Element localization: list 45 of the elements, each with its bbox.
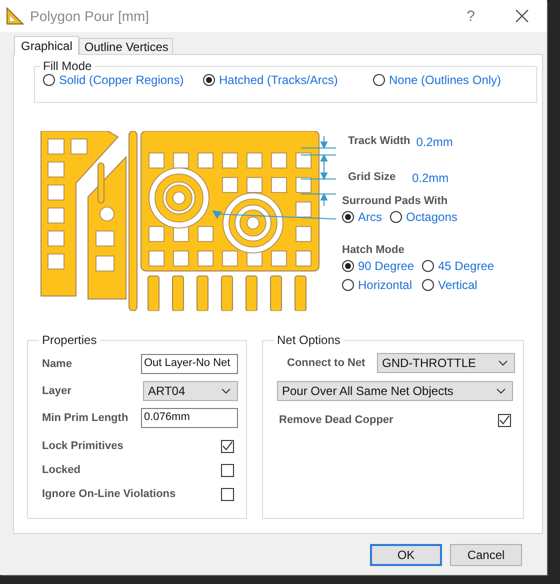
group-title: Net Options bbox=[276, 333, 342, 347]
input-field[interactable]: Out Layer-No Net bbox=[141, 354, 238, 374]
radio-option[interactable]: None (Outlines Only) bbox=[373, 73, 502, 87]
track-width-value: 0.2mm bbox=[416, 135, 453, 151]
field-label: Min Prim Length bbox=[42, 412, 128, 424]
dialog-button[interactable]: Cancel bbox=[450, 544, 522, 566]
tab[interactable]: Outline Vertices bbox=[79, 38, 174, 54]
surround-pads-label: Surround Pads With bbox=[342, 195, 449, 207]
grid-size-value: 0.2mm bbox=[412, 171, 449, 187]
checkbox-label: Ignore On-Line Violations bbox=[42, 488, 176, 500]
help-button[interactable]: ? bbox=[466, 8, 475, 24]
checkbox[interactable] bbox=[221, 488, 234, 500]
radio-option[interactable]: Solid (Copper Regions) bbox=[43, 73, 203, 87]
radio-option[interactable]: Hatched (Tracks/Arcs) bbox=[203, 73, 373, 87]
field-label: Name bbox=[42, 358, 72, 370]
field-label: Connect to Net bbox=[287, 357, 366, 369]
tab[interactable]: Graphical bbox=[14, 36, 80, 55]
radio-option[interactable]: 45 Degree bbox=[422, 259, 494, 273]
net-dropdown[interactable]: GND-THROTTLE bbox=[377, 353, 515, 373]
chevron-down-icon bbox=[496, 388, 506, 394]
checkbox-label: Remove Dead Copper bbox=[279, 414, 394, 426]
window-title: Polygon Pour [mm] bbox=[30, 8, 150, 24]
radio-option[interactable]: 90 Degree bbox=[342, 259, 420, 273]
input-field[interactable]: 0.076mm bbox=[141, 408, 238, 428]
hatch-mode-label: Hatch Mode bbox=[342, 244, 406, 256]
radio-option[interactable]: Horizontal bbox=[342, 278, 420, 292]
group-title: Fill Mode bbox=[42, 59, 93, 73]
chevron-down-icon bbox=[498, 360, 508, 366]
checkbox-label: Lock Primitives bbox=[42, 440, 124, 452]
grid-size-label: Grid Size bbox=[348, 171, 397, 185]
checkbox[interactable] bbox=[221, 440, 234, 452]
radio-option[interactable]: Vertical bbox=[422, 278, 494, 292]
group-title: Properties bbox=[41, 333, 98, 347]
radio-option[interactable]: Octagons bbox=[390, 210, 458, 224]
chevron-down-icon bbox=[221, 388, 231, 394]
field-label: Layer bbox=[42, 385, 72, 397]
layer-dropdown[interactable]: ART04 bbox=[143, 381, 238, 401]
dialog-button[interactable]: OK bbox=[370, 544, 442, 566]
pour-mode-dropdown[interactable]: Pour Over All Same Net Objects bbox=[277, 381, 513, 401]
radio-option[interactable]: Arcs bbox=[342, 210, 382, 224]
track-width-label: Track Width bbox=[348, 135, 410, 149]
checkbox[interactable] bbox=[221, 464, 234, 476]
checkbox-label: Locked bbox=[42, 464, 81, 476]
checkbox[interactable] bbox=[498, 414, 511, 426]
close-icon[interactable] bbox=[515, 9, 529, 23]
